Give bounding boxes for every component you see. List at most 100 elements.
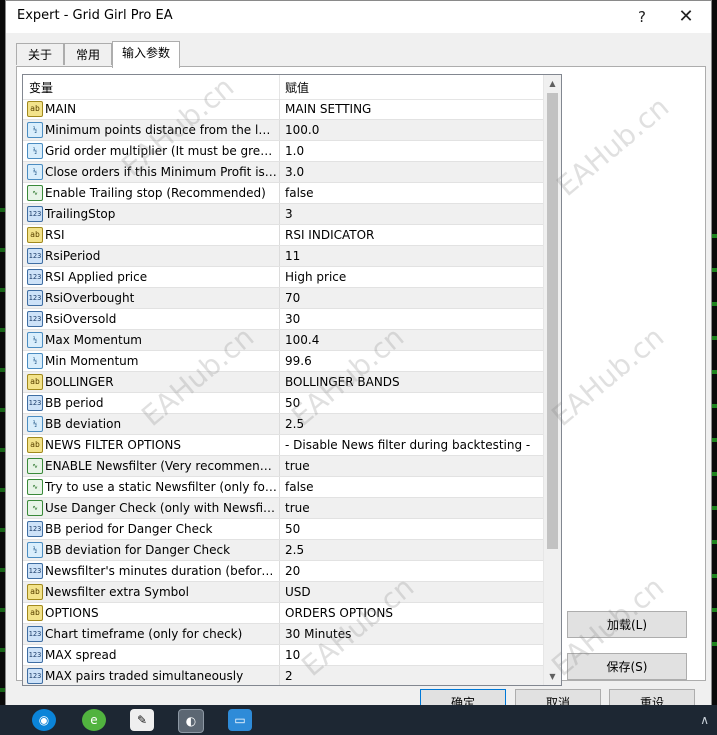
scroll-up-arrow-icon[interactable]: ▲ bbox=[544, 75, 561, 92]
value-cell[interactable]: 100.4 bbox=[285, 330, 540, 350]
tab-about[interactable]: 关于 bbox=[16, 43, 64, 65]
variable-cell[interactable]: ab BOLLINGER bbox=[23, 372, 280, 392]
variable-cell[interactable]: 123 MAX pairs traded simultaneously bbox=[23, 666, 280, 685]
browser-icon[interactable]: e bbox=[82, 709, 106, 731]
value-cell[interactable]: 30 bbox=[285, 309, 540, 329]
variable-cell[interactable]: ab MAIN bbox=[23, 99, 280, 119]
value-cell[interactable]: BOLLINGER BANDS bbox=[285, 372, 540, 392]
variable-cell[interactable]: ½ Grid order multiplier (It must be great… bbox=[23, 141, 280, 161]
table-row[interactable]: ½ Close orders if this Minimum Profit is … bbox=[23, 162, 543, 183]
table-row[interactable]: 123 RsiOversold 30 bbox=[23, 309, 543, 330]
table-row[interactable]: 123 RsiOverbought 70 bbox=[23, 288, 543, 309]
variable-cell[interactable]: ½ Close orders if this Minimum Profit is … bbox=[23, 162, 280, 182]
table-row[interactable]: 123 MAX spread 10 bbox=[23, 645, 543, 666]
table-row[interactable]: 123 MAX pairs traded simultaneously 2 bbox=[23, 666, 543, 685]
value-cell[interactable]: 20 bbox=[285, 561, 540, 581]
value-cell[interactable]: 1.0 bbox=[285, 141, 540, 161]
table-row[interactable]: ½ Grid order multiplier (It must be great… bbox=[23, 141, 543, 162]
variable-cell[interactable]: 123 RsiOversold bbox=[23, 309, 280, 329]
variable-cell[interactable]: 123 BB period bbox=[23, 393, 280, 413]
variable-cell[interactable]: 123 RSI Applied price bbox=[23, 267, 280, 287]
value-cell[interactable]: - Disable News filter during backtesting… bbox=[285, 435, 540, 455]
close-button[interactable]: ✕ bbox=[666, 5, 706, 29]
table-row[interactable]: ∿ ENABLE Newsfilter (Very recommende... tr… bbox=[23, 456, 543, 477]
value-cell[interactable]: 70 bbox=[285, 288, 540, 308]
table-row[interactable]: ½ BB deviation for Danger Check 2.5 bbox=[23, 540, 543, 561]
table-row[interactable]: 123 BB period for Danger Check 50 bbox=[23, 519, 543, 540]
value-cell[interactable]: RSI INDICATOR bbox=[285, 225, 540, 245]
column-header-variable[interactable]: 变量 bbox=[29, 79, 53, 96]
terminal-icon[interactable]: ◐ bbox=[178, 709, 204, 733]
app-icon[interactable]: ✎ bbox=[130, 709, 154, 731]
value-cell[interactable]: 10 bbox=[285, 645, 540, 665]
table-row[interactable]: 123 TrailingStop 3 bbox=[23, 204, 543, 225]
value-cell[interactable]: 2 bbox=[285, 666, 540, 685]
variable-cell[interactable]: 123 BB period for Danger Check bbox=[23, 519, 280, 539]
variable-cell[interactable]: ½ Max Momentum bbox=[23, 330, 280, 350]
table-row[interactable]: ∿ Try to use a static Newsfilter (only fo… bbox=[23, 477, 543, 498]
vertical-scrollbar[interactable]: ▲ ▼ bbox=[543, 75, 561, 685]
table-row[interactable]: ∿ Enable Trailing stop (Recommended) false bbox=[23, 183, 543, 204]
value-cell[interactable]: false bbox=[285, 183, 540, 203]
scroll-down-arrow-icon[interactable]: ▼ bbox=[544, 668, 561, 685]
value-cell[interactable]: 30 Minutes bbox=[285, 624, 540, 644]
table-row[interactable]: ab BOLLINGER BOLLINGER BANDS bbox=[23, 372, 543, 393]
column-divider[interactable] bbox=[279, 75, 280, 99]
table-row[interactable]: 123 Newsfilter's minutes duration (before… bbox=[23, 561, 543, 582]
save-button[interactable]: 保存(S) bbox=[567, 653, 687, 680]
variable-cell[interactable]: 123 MAX spread bbox=[23, 645, 280, 665]
table-row[interactable]: ab RSI RSI INDICATOR bbox=[23, 225, 543, 246]
value-cell[interactable]: 50 bbox=[285, 393, 540, 413]
variable-cell[interactable]: ∿ Try to use a static Newsfilter (only fo… bbox=[23, 477, 280, 497]
variable-cell[interactable]: 123 TrailingStop bbox=[23, 204, 280, 224]
value-cell[interactable]: 3.0 bbox=[285, 162, 540, 182]
variable-cell[interactable]: ½ Minimum points distance from the las... bbox=[23, 120, 280, 140]
variable-cell[interactable]: ∿ Enable Trailing stop (Recommended) bbox=[23, 183, 280, 203]
value-cell[interactable]: 11 bbox=[285, 246, 540, 266]
table-row[interactable]: ½ Minimum points distance from the las...… bbox=[23, 120, 543, 141]
table-row[interactable]: ½ Max Momentum 100.4 bbox=[23, 330, 543, 351]
value-cell[interactable]: true bbox=[285, 498, 540, 518]
variable-cell[interactable]: ½ BB deviation for Danger Check bbox=[23, 540, 280, 560]
tray-arrow-icon[interactable]: ∧ bbox=[700, 713, 709, 727]
variable-cell[interactable]: ∿ ENABLE Newsfilter (Very recommende... bbox=[23, 456, 280, 476]
folder-icon[interactable]: ▭ bbox=[228, 709, 252, 731]
variable-cell[interactable]: 123 RsiPeriod bbox=[23, 246, 280, 266]
variable-cell[interactable]: ab NEWS FILTER OPTIONS bbox=[23, 435, 280, 455]
tab-common[interactable]: 常用 bbox=[64, 43, 112, 65]
table-row[interactable]: ab Newsfilter extra Symbol USD bbox=[23, 582, 543, 603]
value-cell[interactable]: MAIN SETTING bbox=[285, 99, 540, 119]
tab-inputs[interactable]: 输入参数 bbox=[112, 41, 180, 68]
table-row[interactable]: 123 Chart timeframe (only for check) 30 Mi… bbox=[23, 624, 543, 645]
table-row[interactable]: 123 BB period 50 bbox=[23, 393, 543, 414]
value-cell[interactable]: 3 bbox=[285, 204, 540, 224]
table-row[interactable]: ½ Min Momentum 99.6 bbox=[23, 351, 543, 372]
table-row[interactable]: ∿ Use Danger Check (only with Newsfilt...… bbox=[23, 498, 543, 519]
variable-cell[interactable]: ∿ Use Danger Check (only with Newsfilt... bbox=[23, 498, 280, 518]
help-button[interactable]: ? bbox=[622, 5, 662, 29]
variable-cell[interactable]: ab RSI bbox=[23, 225, 280, 245]
table-row[interactable]: 123 RsiPeriod 11 bbox=[23, 246, 543, 267]
variable-cell[interactable]: ab OPTIONS bbox=[23, 603, 280, 623]
variable-cell[interactable]: ab Newsfilter extra Symbol bbox=[23, 582, 280, 602]
variable-cell[interactable]: ½ Min Momentum bbox=[23, 351, 280, 371]
variable-cell[interactable]: 123 Chart timeframe (only for check) bbox=[23, 624, 280, 644]
table-row[interactable]: ab NEWS FILTER OPTIONS - Disable News filt… bbox=[23, 435, 543, 456]
table-row[interactable]: ab OPTIONS ORDERS OPTIONS bbox=[23, 603, 543, 624]
value-cell[interactable]: USD bbox=[285, 582, 540, 602]
table-row[interactable]: ab MAIN MAIN SETTING bbox=[23, 99, 543, 120]
value-cell[interactable]: 99.6 bbox=[285, 351, 540, 371]
column-header-value[interactable]: 赋值 bbox=[285, 79, 309, 96]
table-row[interactable]: 123 RSI Applied price High price bbox=[23, 267, 543, 288]
table-row[interactable]: ½ BB deviation 2.5 bbox=[23, 414, 543, 435]
value-cell[interactable]: 2.5 bbox=[285, 540, 540, 560]
app-icon[interactable]: ◉ bbox=[32, 709, 56, 731]
variable-cell[interactable]: ½ BB deviation bbox=[23, 414, 280, 434]
value-cell[interactable]: false bbox=[285, 477, 540, 497]
scroll-thumb[interactable] bbox=[547, 93, 558, 549]
value-cell[interactable]: true bbox=[285, 456, 540, 476]
value-cell[interactable]: High price bbox=[285, 267, 540, 287]
value-cell[interactable]: ORDERS OPTIONS bbox=[285, 603, 540, 623]
variable-cell[interactable]: 123 Newsfilter's minutes duration (before… bbox=[23, 561, 280, 581]
value-cell[interactable]: 50 bbox=[285, 519, 540, 539]
